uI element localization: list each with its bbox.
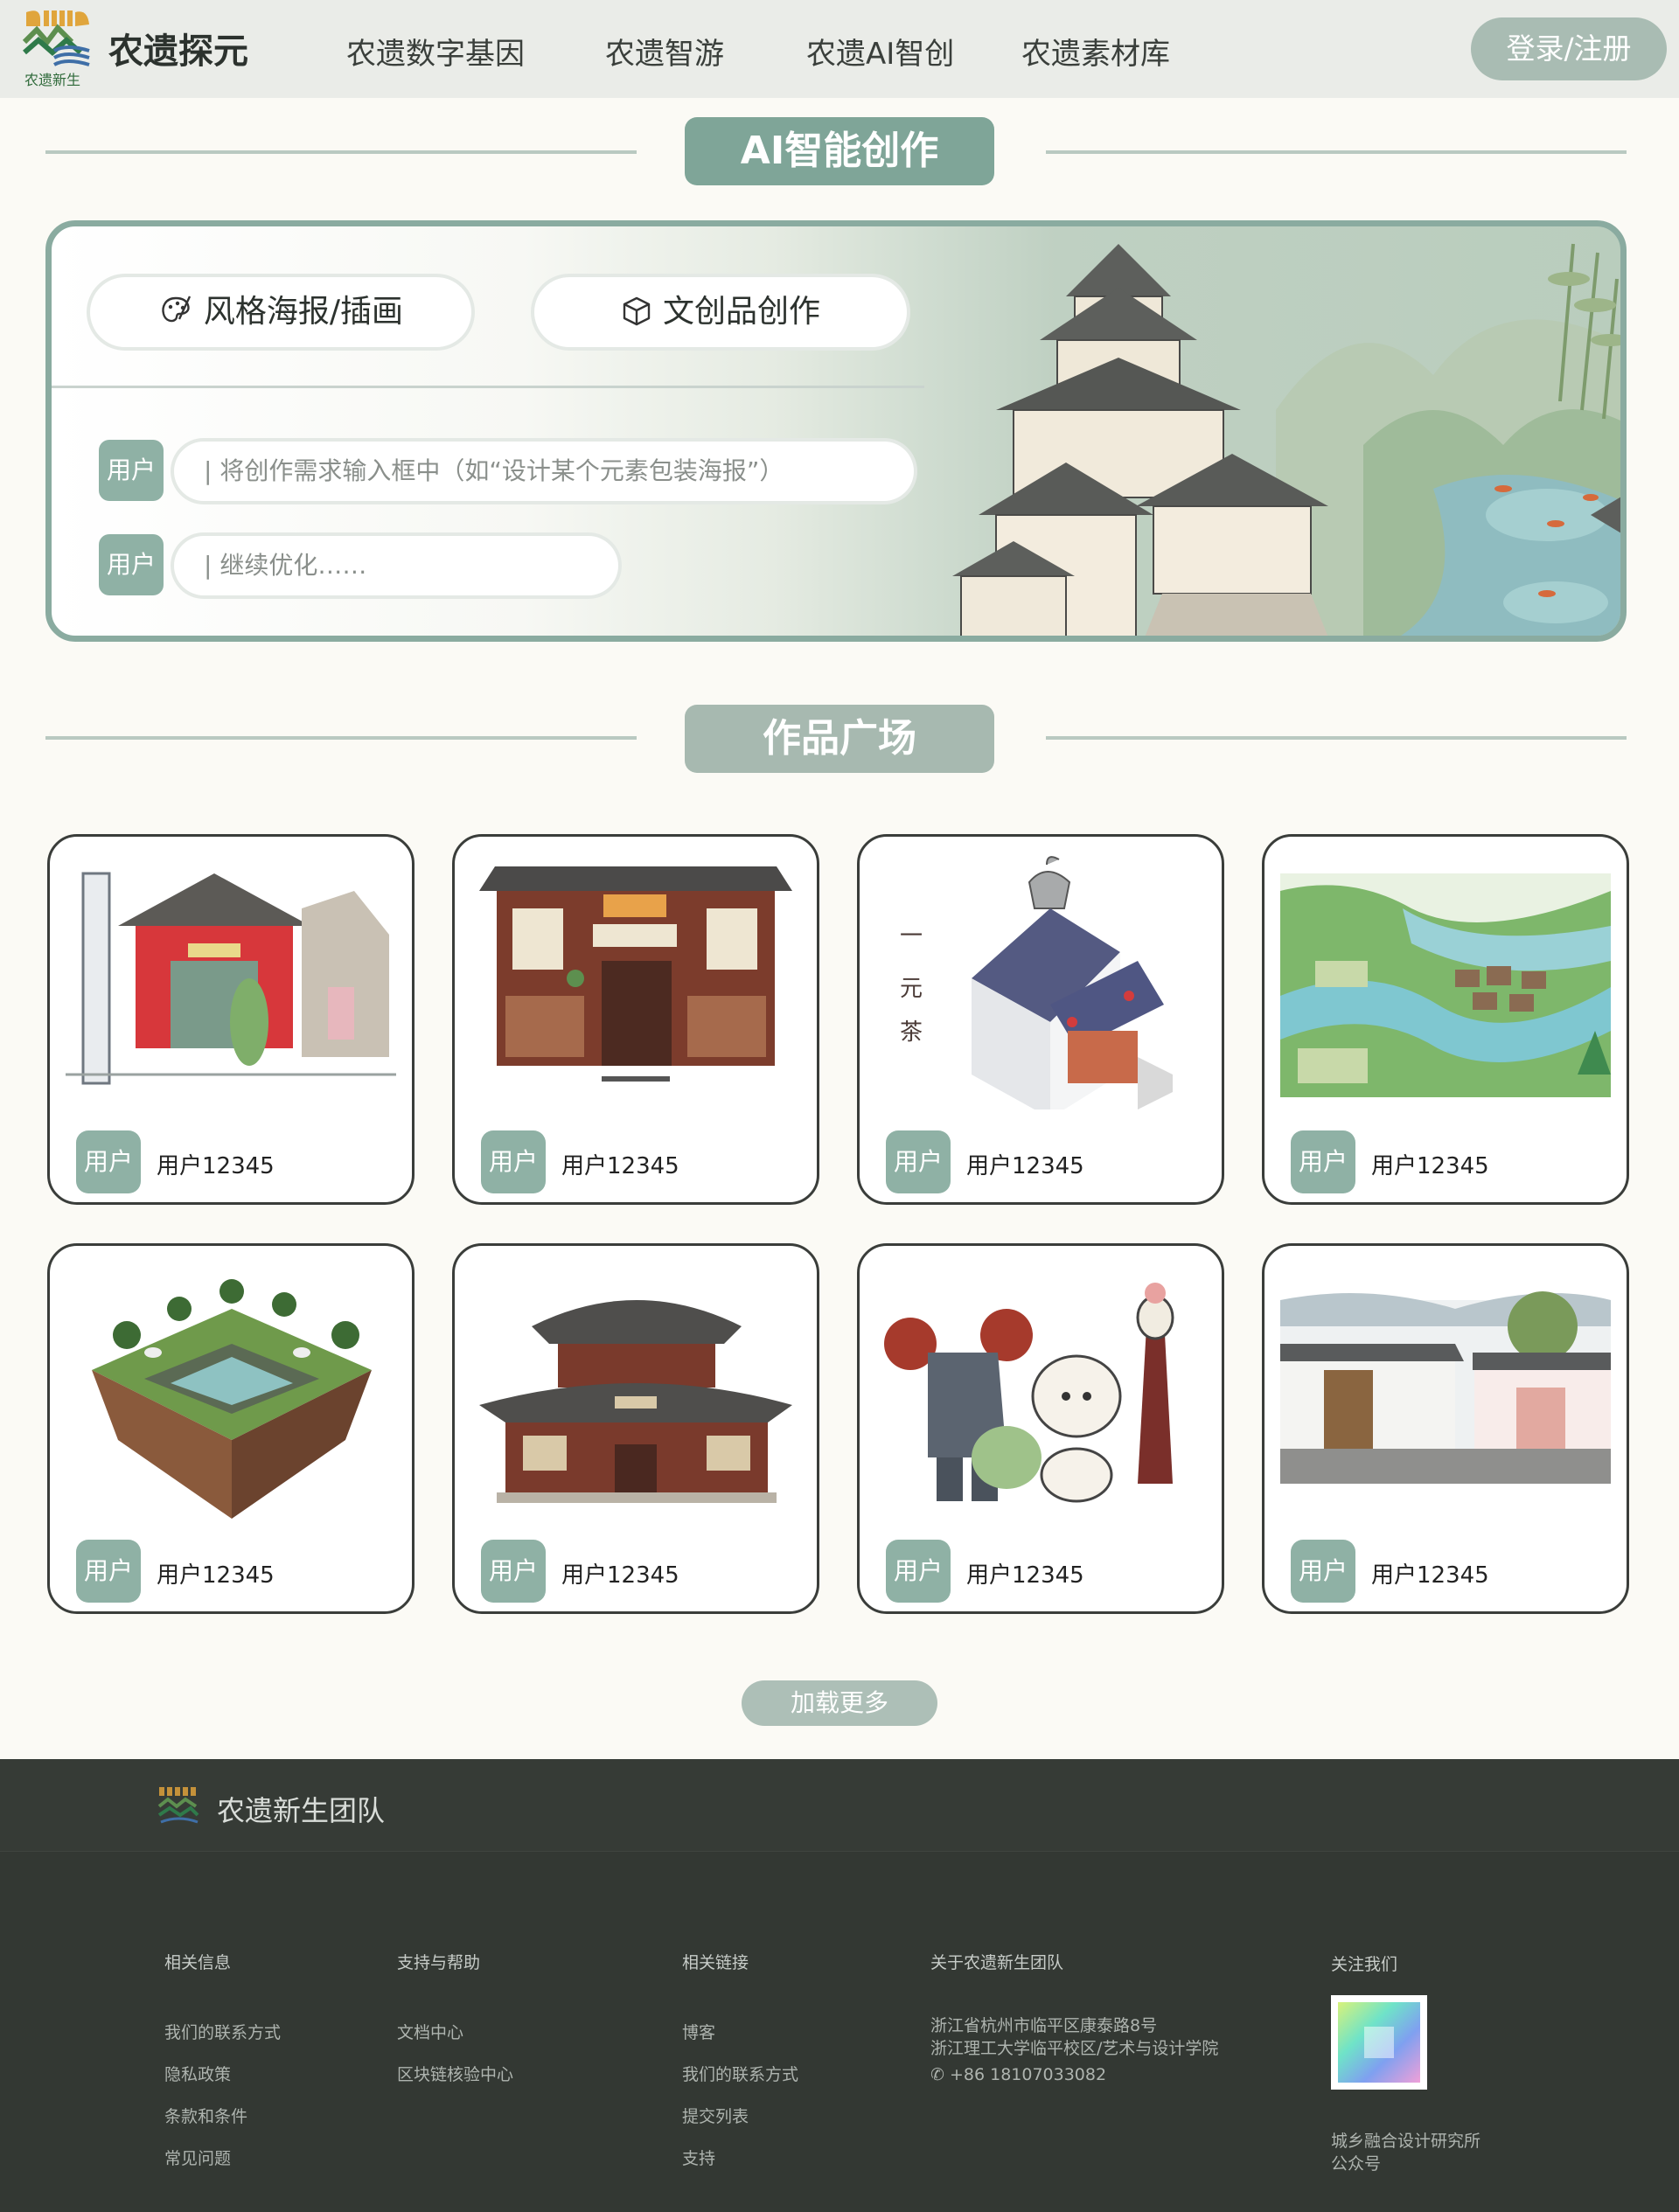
gallery-card[interactable]: 用户 用户12345 bbox=[1262, 834, 1629, 1205]
footer-link-contact[interactable]: 我们的联系方式 bbox=[164, 2020, 281, 2043]
phone-icon: ✆ bbox=[930, 2065, 944, 2084]
gallery-card[interactable]: 一 元 茶 用户 用户12345 bbox=[857, 834, 1224, 1205]
user-avatar-badge: 用户 bbox=[481, 1130, 546, 1193]
refine-input[interactable]: | 继续优化…… bbox=[174, 536, 618, 595]
footer-phone-number: +86 18107033082 bbox=[949, 2065, 1107, 2084]
site-footer: 农遗新生团队 相关信息 我们的联系方式 隐私政策 条款和条件 常见问题 支持与帮… bbox=[0, 1759, 1679, 2212]
nav-item-digital-genes[interactable]: 农遗数字基因 bbox=[346, 30, 525, 73]
svg-text:一: 一 bbox=[900, 923, 923, 949]
footer-link-terms[interactable]: 条款和条件 bbox=[164, 2104, 247, 2127]
gallery-card[interactable]: 用户 用户12345 bbox=[47, 1243, 415, 1614]
footer-link-docs[interactable]: 文档中心 bbox=[397, 2020, 463, 2043]
footer-link-blog[interactable]: 博客 bbox=[682, 2020, 715, 2043]
footer-heading-about: 关于农遗新生团队 bbox=[930, 1953, 1064, 1972]
gallery-card[interactable]: 用户 用户12345 bbox=[452, 1243, 819, 1614]
prompt-input[interactable]: | 将创作需求输入框中（如“设计某个元素包装海报”） bbox=[174, 442, 914, 501]
artwork-floating-garden bbox=[66, 1265, 396, 1519]
nav-item-material-library[interactable]: 农遗素材库 bbox=[1021, 30, 1170, 73]
gallery-card[interactable]: 用户 用户12345 bbox=[857, 1243, 1224, 1614]
qr-caption-line2: 公众号 bbox=[1331, 2154, 1382, 2174]
user-avatar-badge: 用户 bbox=[99, 534, 164, 595]
footer-heading-links: 相关链接 bbox=[682, 1953, 749, 1972]
footer-heading-support: 支持与帮助 bbox=[397, 1953, 481, 1972]
user-avatar-badge: 用户 bbox=[481, 1540, 546, 1603]
divider-line bbox=[1046, 150, 1627, 154]
card-username: 用户12345 bbox=[157, 1562, 275, 1589]
team-logo-icon bbox=[157, 1787, 199, 1824]
footer-heading-follow: 关注我们 bbox=[1331, 1955, 1398, 1974]
load-more-button[interactable]: 加载更多 bbox=[742, 1680, 937, 1726]
tab-cultural-product-label: 文创品创作 bbox=[662, 294, 820, 330]
user-avatar-badge: 用户 bbox=[1291, 1540, 1355, 1603]
user-avatar-badge: 用户 bbox=[886, 1540, 951, 1603]
divider-line bbox=[45, 150, 637, 154]
artwork-isometric-teahouse: 一 元 茶 bbox=[875, 856, 1206, 1109]
card-username: 用户12345 bbox=[561, 1153, 679, 1179]
footer-link-faq[interactable]: 常见问题 bbox=[164, 2146, 231, 2169]
footer-link-contact-2[interactable]: 我们的联系方式 bbox=[682, 2062, 798, 2085]
box-icon bbox=[623, 296, 651, 326]
svg-text:元: 元 bbox=[900, 976, 923, 1002]
main-nav: 农遗数字基因 农遗智游 农遗AI智创 农遗素材库 bbox=[304, 0, 1216, 98]
artwork-landscape-map bbox=[1280, 856, 1611, 1109]
gallery-card[interactable]: 用户 用户12345 bbox=[47, 834, 415, 1205]
artwork-street-scene bbox=[1280, 1265, 1611, 1519]
footer-link-privacy[interactable]: 隐私政策 bbox=[164, 2062, 231, 2085]
artwork-teahouse-front bbox=[470, 856, 801, 1109]
card-username: 用户12345 bbox=[561, 1562, 679, 1589]
footer-address-line2: 浙江理工大学临平校区/艺术与设计学院 bbox=[930, 2039, 1219, 2058]
section-title-gallery: 作品广场 bbox=[685, 705, 994, 773]
user-avatar-badge: 用户 bbox=[76, 1130, 141, 1193]
creation-panel: 风格海报/插画 文创品创作 用户 | 将创作需求输入框中（如“设计某个元素包装海… bbox=[45, 220, 1627, 642]
divider-line bbox=[1046, 736, 1627, 740]
footer-brand-band: 农遗新生团队 bbox=[0, 1759, 1679, 1852]
gallery-card[interactable]: 用户 用户12345 bbox=[452, 834, 819, 1205]
panel-divider bbox=[52, 386, 924, 388]
user-avatar-badge: 用户 bbox=[886, 1130, 951, 1193]
site-brand[interactable]: 农遗探元 bbox=[108, 23, 248, 73]
footer-heading-info: 相关信息 bbox=[164, 1953, 232, 1972]
refine-placeholder: 继续优化…… bbox=[219, 551, 367, 580]
footer-link-support[interactable]: 支持 bbox=[682, 2146, 715, 2169]
ancient-architecture-illustration bbox=[952, 243, 1620, 636]
palette-icon bbox=[162, 296, 192, 323]
tab-style-poster[interactable]: 风格海报/插画 bbox=[90, 277, 471, 347]
qr-caption-line1: 城乡融合设计研究所 bbox=[1331, 2132, 1481, 2151]
tab-cultural-product[interactable]: 文创品创作 bbox=[534, 277, 907, 347]
footer-team-name: 农遗新生团队 bbox=[217, 1794, 386, 1827]
tab-style-poster-label: 风格海报/插画 bbox=[203, 294, 404, 330]
footer-link-blockchain-verify[interactable]: 区块链核验中心 bbox=[397, 2062, 513, 2085]
section-title-ai-create: AI智能创作 bbox=[685, 117, 994, 185]
top-nav-bar: 农遗新生 农遗探元 农遗数字基因 农遗智游 农遗AI智创 农遗素材库 登录/注册 bbox=[0, 0, 1679, 98]
card-username: 用户12345 bbox=[966, 1153, 1084, 1179]
nav-item-smart-tour[interactable]: 农遗智游 bbox=[605, 30, 724, 73]
footer-link-submit-list[interactable]: 提交列表 bbox=[682, 2104, 749, 2127]
footer-phone: ✆ +86 18107033082 bbox=[930, 2065, 1106, 2084]
nav-item-ai-create[interactable]: 农遗AI智创 bbox=[806, 30, 954, 73]
user-avatar-badge: 用户 bbox=[99, 440, 164, 501]
logo-caption: 农遗新生 bbox=[24, 72, 81, 88]
card-username: 用户12345 bbox=[966, 1562, 1084, 1589]
user-avatar-badge: 用户 bbox=[76, 1540, 141, 1603]
artwork-mascot-characters bbox=[875, 1265, 1206, 1519]
login-register-button[interactable]: 登录/注册 bbox=[1471, 17, 1667, 80]
qr-code-icon bbox=[1338, 2002, 1420, 2083]
card-username: 用户12345 bbox=[1371, 1562, 1489, 1589]
wechat-qr-code bbox=[1331, 1995, 1427, 2090]
gallery-card[interactable]: 用户 用户12345 bbox=[1262, 1243, 1629, 1614]
user-avatar-badge: 用户 bbox=[1291, 1130, 1355, 1193]
artwork-village-gate bbox=[66, 856, 396, 1109]
divider-line bbox=[45, 736, 637, 740]
card-username: 用户12345 bbox=[1371, 1153, 1489, 1179]
card-username: 用户12345 bbox=[157, 1153, 275, 1179]
prompt-placeholder: 将创作需求输入框中（如“设计某个元素包装海报”） bbox=[219, 456, 784, 485]
artwork-pavilion bbox=[470, 1265, 801, 1519]
footer-address-line1: 浙江省杭州市临平区康泰路8号 bbox=[930, 2016, 1158, 2035]
svg-text:茶: 茶 bbox=[900, 1019, 923, 1046]
